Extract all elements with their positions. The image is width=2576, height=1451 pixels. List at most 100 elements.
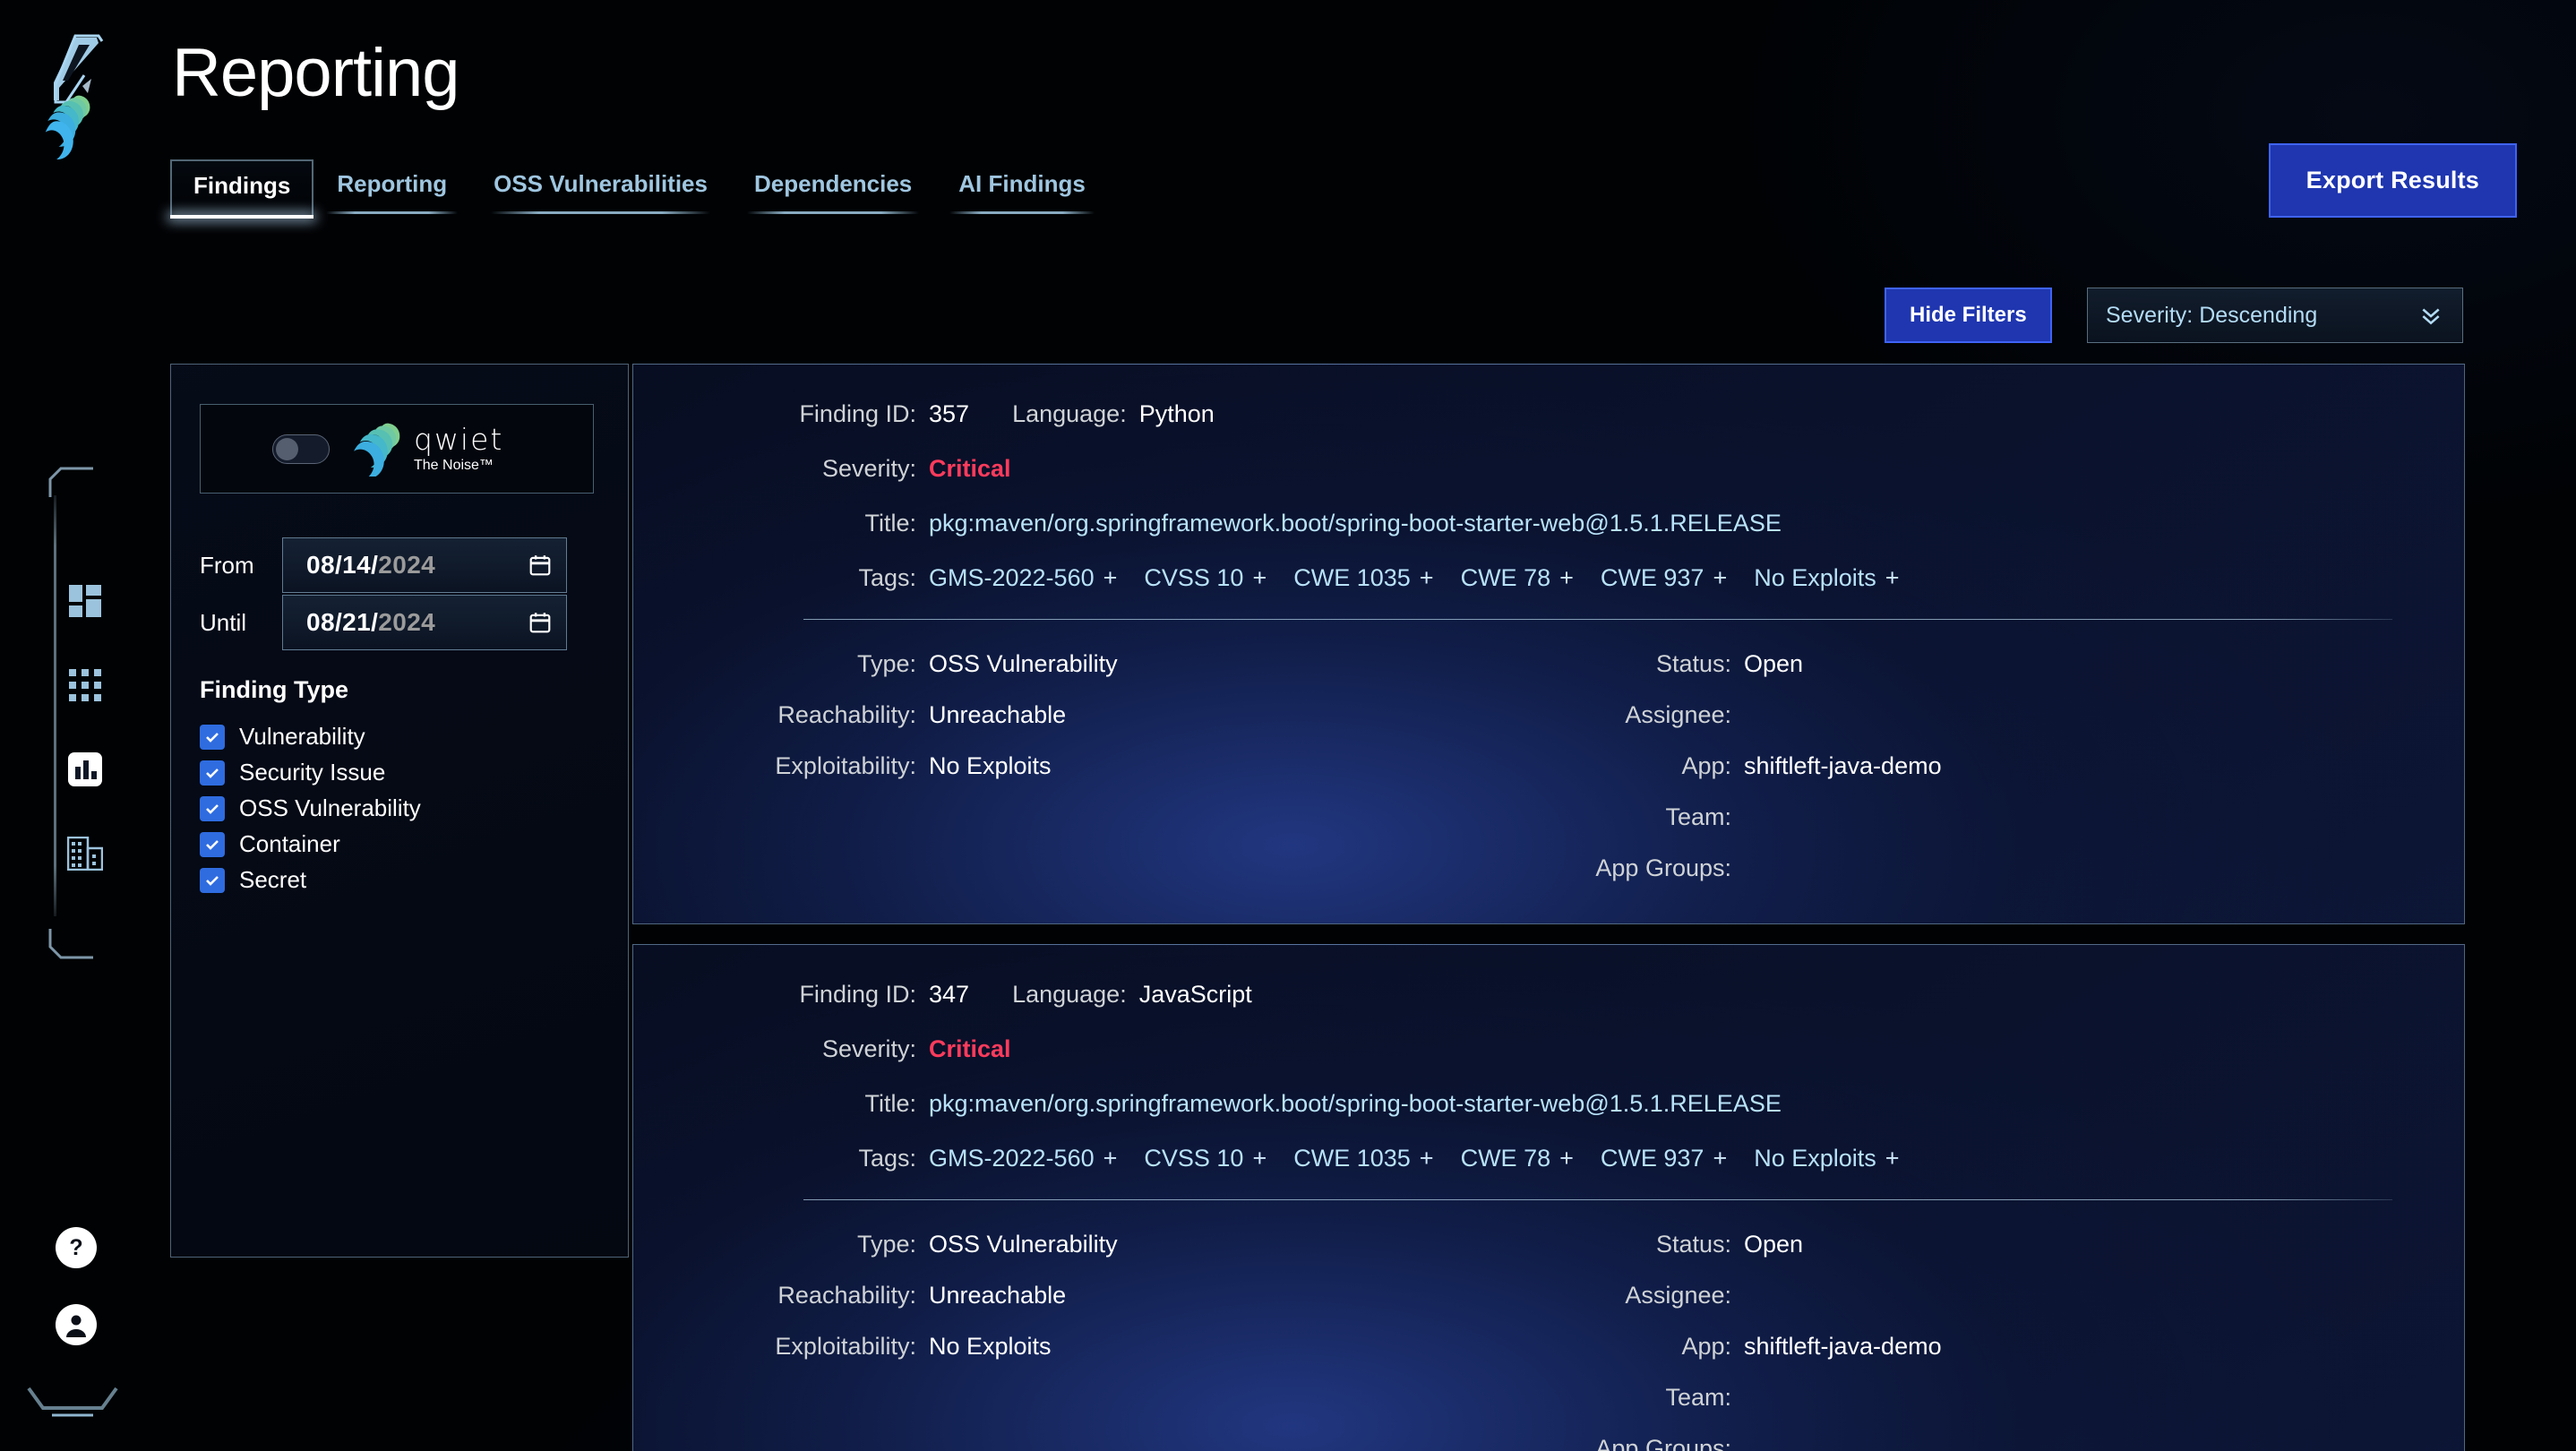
calendar-icon[interactable]	[528, 554, 552, 577]
title-row: Title: pkg:maven/org.springframework.boo…	[633, 510, 2464, 537]
qwiet-wordmark: qwiet	[414, 422, 504, 457]
until-date-input[interactable]: 08/21/2024	[282, 595, 567, 650]
tag-chip[interactable]: CVSS 10	[1144, 1145, 1243, 1172]
checkbox-security-issue[interactable]: Security Issue	[200, 759, 421, 786]
status-row: Status: Open	[1439, 1231, 2245, 1258]
tag-chip[interactable]: CWE 1035	[1293, 1145, 1411, 1172]
severity-row: Severity: Critical	[633, 1035, 2464, 1063]
tab-dependencies[interactable]: Dependencies	[731, 158, 935, 216]
sidebar-item-organization[interactable]	[66, 835, 104, 872]
tag-add-icon[interactable]: +	[1420, 564, 1434, 592]
checkbox-oss-vulnerability[interactable]: OSS Vulnerability	[200, 794, 421, 822]
exploitability-label: Exploitability:	[775, 1333, 916, 1360]
checkbox-label: Security Issue	[239, 759, 386, 786]
assignee-label: Assignee:	[1625, 1282, 1731, 1309]
checkbox-box[interactable]	[200, 795, 225, 821]
tag-add-icon[interactable]: +	[1713, 1145, 1727, 1172]
app-groups-label: App Groups:	[1595, 1435, 1731, 1451]
sort-order-select[interactable]: Severity: Descending	[2087, 288, 2463, 343]
exploitability-label: Exploitability:	[775, 752, 916, 779]
until-label: Until	[200, 608, 247, 636]
checkbox-box[interactable]	[200, 867, 225, 893]
tag-add-icon[interactable]: +	[1103, 564, 1118, 592]
tag-chip[interactable]: No Exploits	[1754, 1145, 1876, 1172]
status-row: Status: Open	[1439, 650, 2245, 678]
finding-card[interactable]: Finding ID: 357 Language: Python Severit…	[632, 364, 2465, 924]
account-button[interactable]	[56, 1304, 97, 1345]
checkbox-box[interactable]	[200, 760, 225, 786]
tab-oss-vulnerabilities[interactable]: OSS Vulnerabilities	[470, 158, 731, 216]
tab-reporting[interactable]: Reporting	[313, 158, 470, 216]
calendar-icon[interactable]	[528, 611, 552, 634]
filters-panel: qwiet The Noise™ From 08/14/2024 Until 0…	[170, 364, 629, 1258]
exploitability-value: No Exploits	[929, 1333, 1052, 1360]
tab-ai-findings[interactable]: AI Findings	[935, 158, 1109, 216]
tag-add-icon[interactable]: +	[1885, 564, 1900, 592]
tag-chip[interactable]: No Exploits	[1754, 564, 1876, 592]
tag-add-icon[interactable]: +	[1713, 564, 1727, 592]
team-row: Team:	[1439, 803, 2245, 831]
reachability-value: Unreachable	[929, 701, 1067, 728]
app-label: App:	[1681, 752, 1731, 779]
tag-chip[interactable]: CWE 937	[1601, 564, 1704, 592]
tag-chip[interactable]: CWE 1035	[1293, 564, 1411, 592]
checkbox-secret[interactable]: Secret	[200, 866, 421, 894]
until-date-row: Until 08/21/2024	[200, 595, 567, 650]
user-account-icon	[66, 1315, 86, 1337]
app-value: shiftleft-java-demo	[1744, 1333, 1942, 1360]
tag-add-icon[interactable]: +	[1559, 564, 1574, 592]
rail-bottom-actions: ?	[56, 1227, 97, 1345]
tab-label: Reporting	[337, 170, 448, 197]
rail-icon-list	[66, 582, 104, 872]
title-label: Title:	[864, 510, 916, 537]
checkbox-vulnerability[interactable]: Vulnerability	[200, 723, 421, 751]
checkbox-container[interactable]: Container	[200, 830, 421, 858]
export-results-button[interactable]: Export Results	[2268, 143, 2517, 218]
finding-right-column: Status: Open Assignee: App: shiftleft-ja…	[1439, 1231, 2245, 1451]
app-label: App:	[1681, 1333, 1731, 1360]
finding-title-link[interactable]: pkg:maven/org.springframework.boot/sprin…	[929, 510, 1782, 537]
tag-list: GMS-2022-560 + CVSS 10 + CWE 1035 + CWE 78 +…	[929, 564, 1927, 592]
tag-add-icon[interactable]: +	[1420, 1145, 1434, 1172]
tag-add-icon[interactable]: +	[1103, 1145, 1118, 1172]
reachability-value: Unreachable	[929, 1282, 1067, 1309]
hide-the-noise-toggle[interactable]	[272, 434, 330, 464]
language-label: Language:	[1012, 400, 1127, 427]
checkbox-label: Container	[239, 830, 340, 857]
status-value: Open	[1744, 1231, 1804, 1258]
tags-row: Tags: GMS-2022-560 + CVSS 10 + CWE 1035 + C…	[633, 1145, 2464, 1172]
tag-chip[interactable]: CWE 937	[1601, 1145, 1704, 1172]
assignee-row: Assignee:	[1439, 701, 2245, 729]
checkbox-box[interactable]	[200, 831, 225, 857]
sidebar-item-dashboard[interactable]	[66, 582, 104, 620]
findings-list: Finding ID: 357 Language: Python Severit…	[632, 364, 2465, 1451]
finding-id-label: Finding ID:	[799, 981, 916, 1008]
checkbox-box[interactable]	[200, 724, 225, 750]
finding-card[interactable]: Finding ID: 347 Language: JavaScript Sev…	[632, 944, 2465, 1451]
tag-add-icon[interactable]: +	[1559, 1145, 1574, 1172]
finding-title-link[interactable]: pkg:maven/org.springframework.boot/sprin…	[929, 1090, 1782, 1118]
tag-add-icon[interactable]: +	[1252, 1145, 1267, 1172]
help-button[interactable]: ?	[56, 1227, 97, 1268]
language-value: Python	[1138, 400, 1215, 427]
sidebar-item-apps[interactable]	[66, 666, 104, 704]
tag-chip[interactable]: CVSS 10	[1144, 564, 1243, 592]
tag-list: GMS-2022-560 + CVSS 10 + CWE 1035 + CWE 78 +…	[929, 1145, 1927, 1172]
tag-chip[interactable]: GMS-2022-560	[929, 1145, 1095, 1172]
type-row: Type: OSS Vulnerability	[633, 650, 1439, 678]
hide-filters-button[interactable]: Hide Filters	[1885, 288, 2052, 343]
sidebar-item-reporting[interactable]	[66, 751, 104, 788]
from-date-input[interactable]: 08/14/2024	[282, 537, 567, 593]
tab-findings[interactable]: Findings	[170, 159, 314, 219]
tag-add-icon[interactable]: +	[1252, 564, 1267, 592]
team-label: Team:	[1665, 803, 1731, 830]
tag-add-icon[interactable]: +	[1885, 1145, 1900, 1172]
tab-label: Findings	[193, 172, 291, 199]
tab-label: Dependencies	[753, 170, 913, 197]
tag-chip[interactable]: CWE 78	[1461, 1145, 1551, 1172]
rail-cap-bottom-icon	[48, 929, 93, 959]
tag-chip[interactable]: GMS-2022-560	[929, 564, 1095, 592]
sort-order-value: Severity: Descending	[2106, 302, 2318, 328]
svg-text:?: ?	[69, 1235, 82, 1260]
tag-chip[interactable]: CWE 78	[1461, 564, 1551, 592]
